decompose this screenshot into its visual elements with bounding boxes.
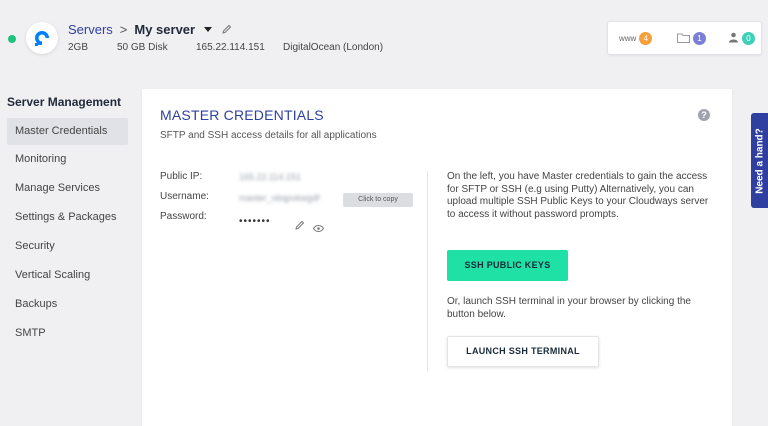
copy-tooltip: Click to copy [343,193,413,207]
sidebar-item-security[interactable]: Security [7,233,128,260]
sidebar-item-smtp[interactable]: SMTP [7,320,128,347]
server-header: Servers > My server 2GB 50 GB Disk 165.2… [0,0,768,68]
card-title: MASTER CREDENTIALS [160,107,324,123]
sidebar-item-monitoring[interactable]: Monitoring [7,146,128,173]
help-icon[interactable]: ? [698,109,710,121]
breadcrumb: Servers > My server [68,22,232,37]
password-value[interactable]: ••••••• [239,216,271,227]
need-a-hand-label: Need a hand? [754,127,765,194]
username-label: Username: [160,191,209,202]
server-ram: 2GB [68,42,89,53]
server-ip: 165.22.114.151 [196,42,265,53]
public-ip-value[interactable]: 165.22.114.151 [239,172,301,182]
launch-terminal-text: Or, launch SSH terminal in your browser … [447,296,691,320]
master-credentials-card: MASTER CREDENTIALS SFTP and SSH access d… [142,89,732,426]
server-status-dot [8,35,16,43]
sidebar-title: Server Management [7,95,122,109]
ssh-public-keys-button[interactable]: SSH PUBLIC KEYS [447,250,568,281]
server-name: My server [134,22,196,37]
sidebar-item-backups[interactable]: Backups [7,291,128,318]
public-ip-label: Public IP: [160,171,203,182]
folders-stat[interactable]: 1 [677,32,706,45]
users-icon [728,32,739,45]
folder-icon [677,33,690,45]
breadcrumb-separator: > [119,22,128,37]
edit-password-pencil-icon[interactable] [295,217,305,235]
sidebar-item-vertical-scaling[interactable]: Vertical Scaling [7,262,128,289]
sidebar-item-settings-packages[interactable]: Settings & Packages [7,204,128,231]
username-value[interactable]: master_nbqpvkwgdf [239,193,320,203]
launch-ssh-terminal-button[interactable]: LAUNCH SSH TERMINAL [447,336,599,367]
applications-count-badge: 4 [639,32,653,45]
team-stat[interactable]: 0 [728,32,755,45]
column-divider [427,171,428,371]
show-password-eye-icon[interactable] [312,219,325,237]
www-icon: www [619,34,637,43]
digitalocean-logo [26,22,58,54]
password-label: Password: [160,211,207,222]
sidebar-item-manage-services[interactable]: Manage Services [7,175,128,202]
breadcrumb-servers-link[interactable]: Servers [68,22,113,37]
card-subtitle: SFTP and SSH access details for all appl… [160,130,377,141]
need-a-hand-tab[interactable]: Need a hand? [751,113,768,208]
server-provider: DigitalOcean (London) [283,42,384,53]
folders-count-badge: 1 [693,32,706,45]
ssh-info-text: On the left, you have Master credentials… [447,171,709,220]
rename-server-pencil-icon[interactable] [222,22,232,37]
team-count-badge: 0 [742,32,755,45]
server-disk: 50 GB Disk [117,42,168,53]
applications-stat[interactable]: www 4 [619,32,653,45]
server-stats-box: www 4 1 0 [607,21,762,55]
server-switch-dropdown-icon[interactable] [204,27,213,32]
sidebar-item-master-credentials[interactable]: Master Credentials [7,118,128,145]
